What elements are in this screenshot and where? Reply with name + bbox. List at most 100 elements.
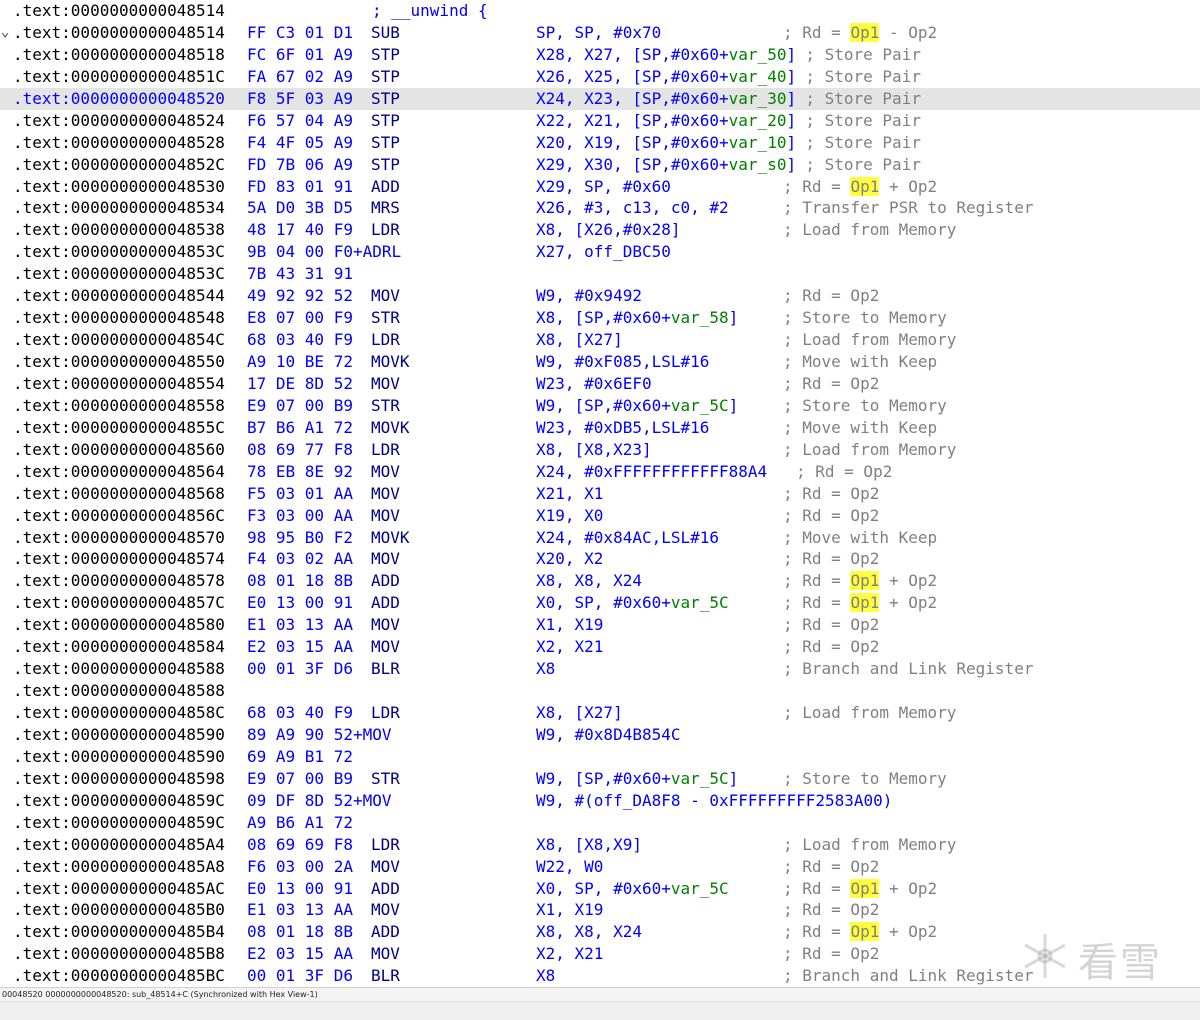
instruction-mnemonic[interactable]: ADD [371, 878, 400, 900]
instruction-mnemonic[interactable]: MOV [371, 461, 400, 483]
instruction-operands[interactable]: X24, X23, [SP,#0x60+var_30] [536, 88, 796, 110]
instruction-mnemonic[interactable]: STR [371, 395, 400, 417]
instruction-mnemonic[interactable]: LDR [371, 702, 400, 724]
disasm-line[interactable]: .text:0000000000048560 08 69 77 F8 LDR X8, … [0, 439, 1200, 461]
instruction-operands[interactable]: X26, X25, [SP,#0x60+var_40] [536, 66, 796, 88]
instruction-mnemonic[interactable]: LDR [371, 219, 400, 241]
disasm-line[interactable]: .text:00000000000485A8 F6 03 00 2A MOV W22,… [0, 856, 1200, 878]
disasm-line[interactable]: .text:0000000000048524 F6 57 04 A9 STP X22,… [0, 110, 1200, 132]
instruction-operands[interactable]: X24, #0xFFFFFFFFFFFF88A4 [536, 461, 767, 483]
instruction-operands[interactable]: X8, X8, X24 [536, 570, 642, 592]
disasm-line[interactable]: .text:000000000004856C F3 03 00 AA MOV X19,… [0, 505, 1200, 527]
instruction-mnemonic[interactable]: ADD [371, 570, 400, 592]
instruction-operands[interactable]: X8 [536, 965, 555, 987]
instruction-mnemonic[interactable]: ADD [371, 176, 400, 198]
instruction-operands[interactable]: X29, SP, #0x60 [536, 176, 671, 198]
instruction-operands[interactable]: W9, #0xF085,LSL#16 [536, 351, 709, 373]
instruction-mnemonic[interactable]: MOV [371, 943, 400, 965]
instruction-operands[interactable]: X8, [SP,#0x60+var_58] [536, 307, 738, 329]
instruction-operands[interactable]: X19, X0 [536, 505, 603, 527]
collapse-chevron-icon[interactable]: ⌄ [1, 22, 13, 44]
disasm-line[interactable]: .text:00000000000485B0 E1 03 13 AA MOV X1, … [0, 899, 1200, 921]
instruction-mnemonic[interactable]: ADD [371, 921, 400, 943]
instruction-mnemonic[interactable]: MOV [371, 856, 400, 878]
instruction-operands[interactable]: X27, off_DBC50 [536, 241, 671, 263]
disasm-line[interactable]: .text:0000000000048530 FD 83 01 91 ADD X29,… [0, 176, 1200, 198]
disasm-line[interactable]: .text:000000000004859C A9 B6 A1 72 [0, 812, 1200, 834]
disasm-line[interactable]: .text:000000000004854C 68 03 40 F9 LDR X8, … [0, 329, 1200, 351]
disasm-line[interactable]: .text:0000000000048528 F4 4F 05 A9 STP X20,… [0, 132, 1200, 154]
disasm-line[interactable]: .text:0000000000048520 F8 5F 03 A9 STP X24,… [0, 87, 1200, 110]
disasm-line[interactable]: .text:0000000000048584 E2 03 15 AA MOV X2, … [0, 636, 1200, 658]
instruction-operands[interactable]: X2, X21 [536, 943, 603, 965]
disasm-line[interactable]: .text:000000000004857C E0 13 00 91 ADD X0, … [0, 592, 1200, 614]
instruction-operands[interactable]: X8, [X8,X9] [536, 834, 642, 856]
instruction-operands[interactable]: X21, X1 [536, 483, 603, 505]
stack-variable[interactable]: var_5C [671, 769, 729, 788]
instruction-operands[interactable]: X8, X8, X24 [536, 921, 642, 943]
stack-variable[interactable]: var_5C [671, 879, 729, 898]
disasm-line[interactable]: .text:000000000004853C 7B 43 31 91 [0, 263, 1200, 285]
disasm-line[interactable]: .text:0000000000048550 A9 10 BE 72 MOVK W9,… [0, 351, 1200, 373]
instruction-mnemonic[interactable]: SUB [371, 22, 400, 44]
stack-variable[interactable]: var_40 [729, 67, 787, 86]
instruction-operands[interactable]: W9, #0x8D4B854C [536, 724, 681, 746]
instruction-mnemonic[interactable]: STP [371, 88, 400, 110]
instruction-operands[interactable]: W9, #(off_DA8F8 - 0xFFFFFFFFF2583A00) [536, 790, 892, 812]
instruction-operands[interactable]: SP, SP, #0x70 [536, 22, 661, 44]
instruction-mnemonic[interactable]: STR [371, 768, 400, 790]
disasm-line[interactable]: .text:0000000000048518 FC 6F 01 A9 STP X28,… [0, 44, 1200, 66]
disasm-line[interactable]: .text:000000000004858C 68 03 40 F9 LDR X8, … [0, 702, 1200, 724]
instruction-mnemonic[interactable]: ADD [371, 592, 400, 614]
instruction-operands[interactable]: X8 [536, 658, 555, 680]
instruction-mnemonic[interactable]: MOV [371, 548, 400, 570]
instruction-mnemonic[interactable]: STP [371, 66, 400, 88]
disasm-line[interactable]: .text:0000000000048538 48 17 40 F9 LDR X8, … [0, 219, 1200, 241]
instruction-operands[interactable]: X22, X21, [SP,#0x60+var_20] [536, 110, 796, 132]
instruction-operands[interactable]: W22, W0 [536, 856, 603, 878]
instruction-mnemonic[interactable]: LDR [371, 329, 400, 351]
instruction-mnemonic[interactable]: MOV [371, 483, 400, 505]
disasm-line[interactable]: .text:0000000000048590 89 A9 90 52+MOV W9,… [0, 724, 1200, 746]
disasm-line[interactable]: .text:0000000000048574 F4 03 02 AA MOV X20,… [0, 548, 1200, 570]
disasm-line[interactable]: .text:00000000000485B8 E2 03 15 AA MOV X2, … [0, 943, 1200, 965]
instruction-mnemonic[interactable]: MOV [371, 636, 400, 658]
instruction-operands[interactable]: X0, SP, #0x60+var_5C [536, 592, 729, 614]
disasm-line[interactable]: .text:000000000004859C 09 DF 8D 52+MOV W9,… [0, 790, 1200, 812]
stack-variable[interactable]: var_58 [671, 308, 729, 327]
instruction-operands[interactable]: W9, #0x9492 [536, 285, 642, 307]
instruction-operands[interactable]: W23, #0xDB5,LSL#16 [536, 417, 709, 439]
instruction-mnemonic[interactable]: LDR [371, 834, 400, 856]
disasm-line[interactable]: .text:00000000000485BC 00 01 3F D6 BLR X8 ; … [0, 965, 1200, 987]
disasm-line[interactable]: .text:0000000000048534 5A D0 3B D5 MRS X26,… [0, 197, 1200, 219]
instruction-mnemonic[interactable]: MRS [371, 197, 400, 219]
instruction-mnemonic[interactable]: MOV [371, 899, 400, 921]
stack-variable[interactable]: var_s0 [729, 155, 787, 174]
disasm-line[interactable]: .text:0000000000048590 69 A9 B1 72 [0, 746, 1200, 768]
disasm-line[interactable]: .text:0000000000048580 E1 03 13 AA MOV X1, … [0, 614, 1200, 636]
instruction-mnemonic[interactable]: MOV [371, 614, 400, 636]
disasm-line[interactable]: .text:0000000000048570 98 95 B0 F2 MOVK X24… [0, 527, 1200, 549]
instruction-operands[interactable]: X8, [X8,X23] [536, 439, 652, 461]
instruction-mnemonic[interactable]: STP [371, 110, 400, 132]
instruction-operands[interactable]: X2, X21 [536, 636, 603, 658]
instruction-operands[interactable]: X28, X27, [SP,#0x60+var_50] [536, 44, 796, 66]
stack-variable[interactable]: var_10 [729, 133, 787, 152]
disasm-line[interactable]: .text:00000000000485AC E0 13 00 91 ADD X0, … [0, 878, 1200, 900]
disasm-line[interactable]: .text:0000000000048564 78 EB 8E 92 MOV X24,… [0, 461, 1200, 483]
instruction-operands[interactable]: X20, X19, [SP,#0x60+var_10] [536, 132, 796, 154]
instruction-mnemonic[interactable]: MOVK [371, 527, 410, 549]
disasm-line[interactable]: .text:0000000000048544 49 92 92 52 MOV W9, … [0, 285, 1200, 307]
instruction-operands[interactable]: X8, [X27] [536, 329, 623, 351]
stack-variable[interactable]: var_20 [729, 111, 787, 130]
instruction-mnemonic[interactable]: MOV [371, 285, 400, 307]
stack-variable[interactable]: var_5C [671, 593, 729, 612]
disasm-line[interactable]: .text:000000000004852C FD 7B 06 A9 STP X29,… [0, 154, 1200, 176]
instruction-mnemonic[interactable]: MOVK [371, 351, 410, 373]
disasm-line[interactable]: .text:000000000004853C 9B 04 00 F0+ADRL X2… [0, 241, 1200, 263]
disasm-line[interactable]: .text:0000000000048568 F5 03 01 AA MOV X21,… [0, 483, 1200, 505]
disasm-line[interactable]: .text:00000000000485A4 08 69 69 F8 LDR X8, … [0, 834, 1200, 856]
instruction-operands[interactable]: X20, X2 [536, 548, 603, 570]
instruction-operands[interactable]: X29, X30, [SP,#0x60+var_s0] [536, 154, 796, 176]
instruction-operands[interactable]: X8, [X27] [536, 702, 623, 724]
